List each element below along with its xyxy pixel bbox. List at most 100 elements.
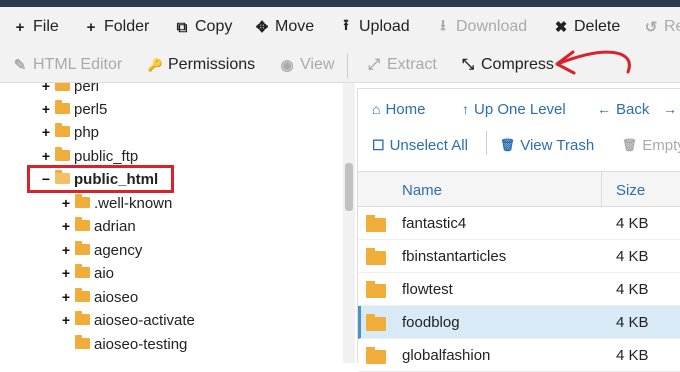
permissions-button[interactable]: 🔑 Permissions [147, 47, 256, 82]
tree-item-aioseo[interactable]: + aioseo [60, 286, 138, 308]
expand-icon[interactable]: + [40, 148, 52, 164]
tree-item-label: aioseo-testing [94, 335, 188, 353]
file-list-panel: ⌂ Home ↑ Up One Level ← Back → ☐ Unselec… [357, 88, 680, 372]
tree-item-perl[interactable]: + perl [40, 83, 99, 97]
tree-item-label: public_ftp [74, 147, 139, 165]
view-trash-button[interactable]: 🗑 View Trash [500, 127, 594, 163]
file-action-toolbar: ☐ Unselect All 🗑 View Trash 🗑 Empty [358, 127, 680, 163]
trash-icon: 🗑 [622, 138, 638, 152]
expand-icon[interactable]: + [60, 218, 72, 234]
back-label: Back [616, 100, 650, 118]
tree-item-adrian[interactable]: + adrian [60, 215, 136, 237]
file-size: 4 KB [616, 347, 649, 364]
table-row-selected[interactable]: foodblog 4 KB [358, 306, 680, 339]
tree-item-label: .well-known [94, 194, 173, 212]
view-button[interactable]: ◉ View [279, 47, 334, 82]
download-label: Download [456, 18, 528, 35]
tree-item-agency[interactable]: + agency [60, 239, 142, 261]
unselect-all-button[interactable]: ☐ Unselect All [372, 127, 468, 163]
copy-icon: ⧉ [176, 18, 188, 36]
copy-label: Copy [195, 18, 233, 35]
expand-icon[interactable]: + [40, 101, 52, 117]
html-editor-label: HTML Editor [33, 55, 123, 73]
move-icon: ✥ [255, 19, 269, 36]
column-header-size[interactable]: Size [616, 172, 645, 208]
empty-trash-button[interactable]: 🗑 Empty [622, 127, 680, 163]
copy-button[interactable]: ⧉ Copy [174, 7, 233, 47]
forward-button[interactable]: → [663, 91, 680, 127]
file-size: 4 KB [616, 281, 649, 298]
folder-icon [75, 310, 90, 325]
upload-icon: ⭱ [343, 16, 349, 34]
move-button[interactable]: ✥ Move [254, 7, 314, 47]
restore-label: Re [664, 18, 680, 35]
expand-icon[interactable]: + [60, 312, 72, 328]
table-row[interactable]: fbinstantarticles 4 KB [358, 240, 680, 273]
new-file-button[interactable]: + File [12, 7, 59, 47]
tree-item-aioseo-activate[interactable]: + aioseo-activate [60, 309, 195, 331]
table-row[interactable]: globalfashion 4 KB [358, 339, 680, 372]
folder-icon [75, 216, 90, 231]
expand-icon: ⤢ [367, 56, 380, 73]
public-html-highlight-box [27, 165, 174, 193]
tree-item-public-ftp[interactable]: + public_ftp [40, 145, 138, 167]
home-icon: ⌂ [372, 101, 381, 117]
tree-item-aioseo-testing[interactable]: aioseo-testing [60, 333, 187, 355]
expand-icon[interactable]: + [60, 289, 72, 305]
tree-item-aio[interactable]: + aio [60, 262, 114, 284]
expand-icon[interactable]: + [60, 242, 72, 258]
toolbar-divider [347, 53, 348, 79]
new-folder-button[interactable]: + Folder [83, 7, 150, 47]
secondary-toolbar: ✎ HTML Editor 🔑 Permissions ◉ View ⤢ Ext… [0, 47, 680, 83]
new-folder-label: Folder [104, 18, 150, 35]
directory-tree: + perl + perl5 + php + public_ftp − publ… [0, 83, 343, 363]
tree-item-label: perl [74, 83, 100, 95]
up-one-level-label: Up One Level [474, 100, 566, 118]
tree-item-perl5[interactable]: + perl5 [40, 98, 107, 120]
forward-icon: → [663, 101, 677, 117]
column-header-name[interactable]: Name [402, 172, 442, 208]
home-button[interactable]: ⌂ Home [372, 91, 425, 127]
compress-button[interactable]: ⤡ Compress [460, 47, 554, 82]
table-row[interactable]: fantastic4 4 KB [358, 207, 680, 240]
table-row[interactable]: flowtest 4 KB [358, 273, 680, 306]
folder-icon [75, 193, 90, 208]
folder-icon [55, 99, 70, 114]
tree-item-php[interactable]: + php [40, 121, 99, 143]
delete-button[interactable]: ✖ Delete [553, 7, 621, 47]
extract-button[interactable]: ⤢ Extract [366, 47, 437, 82]
html-editor-button[interactable]: ✎ HTML Editor [12, 47, 123, 82]
up-one-level-button[interactable]: ↑ Up One Level [462, 91, 566, 127]
folder-icon [55, 122, 70, 137]
eye-icon: ◉ [280, 56, 294, 74]
trash-icon: 🗑 [500, 138, 516, 152]
expand-icon[interactable]: + [40, 83, 52, 94]
file-size: 4 KB [616, 215, 649, 232]
edit-icon: ✎ [13, 56, 27, 74]
upload-button[interactable]: ⭱ Upload [338, 7, 409, 47]
folder-icon [75, 263, 90, 278]
folder-icon [55, 83, 70, 91]
file-size: 4 KB [616, 248, 649, 265]
compress-label: Compress [481, 55, 554, 73]
file-name: foodblog [402, 314, 460, 331]
download-icon: ⭳ [440, 16, 446, 34]
expand-icon[interactable]: + [40, 124, 52, 140]
compress-icon: ⤡ [461, 56, 474, 73]
up-arrow-icon: ↑ [462, 101, 469, 117]
expand-icon[interactable]: + [60, 265, 72, 281]
tree-item-label: agency [94, 241, 143, 259]
back-button[interactable]: ← Back [597, 91, 649, 127]
tree-scrollbar[interactable] [343, 83, 355, 363]
file-name: globalfashion [402, 347, 491, 364]
view-label: View [300, 55, 335, 73]
tree-item-label: aioseo-activate [94, 311, 195, 329]
tree-item-well-known[interactable]: + .well-known [60, 192, 172, 214]
file-name: flowtest [402, 281, 453, 298]
back-arrow-icon: ← [597, 101, 611, 117]
expand-icon[interactable]: + [60, 195, 72, 211]
download-button[interactable]: ⭳ Download [435, 7, 527, 47]
tree-scrollbar-thumb[interactable] [345, 163, 353, 211]
folder-icon [366, 347, 386, 364]
restore-button[interactable]: ↺ Re [643, 7, 680, 47]
